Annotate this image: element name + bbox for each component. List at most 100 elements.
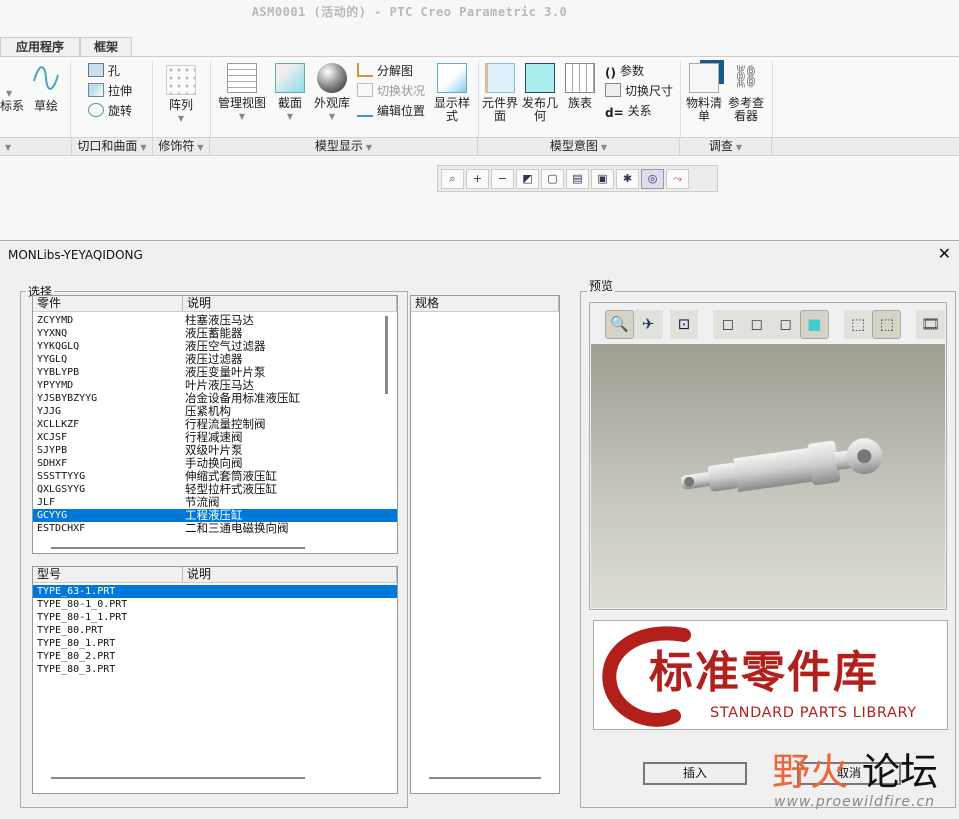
parts-col-desc[interactable]: 说明 bbox=[183, 296, 397, 311]
types-col-desc[interactable]: 说明 bbox=[183, 567, 397, 582]
display-style-icon[interactable]: ▢ bbox=[541, 169, 564, 189]
reference-viewer-button[interactable]: ⛓ 参考查看器 bbox=[724, 63, 768, 123]
display-style-button[interactable]: 显示样式 bbox=[432, 63, 472, 123]
parts-list[interactable]: 零件 说明 ZCYYMD 柱塞液压马达 YYXNQ 液压蓄能器 YYKQGLQ 液压空气过滤… bbox=[32, 295, 398, 554]
part-code: GCYYG bbox=[37, 510, 68, 521]
coord-system-button[interactable]: ▼ 标系 bbox=[0, 87, 24, 113]
spec-horizontal-scrollbar[interactable] bbox=[429, 777, 541, 779]
orthographic-icon[interactable]: ⬚ bbox=[872, 309, 902, 339]
graphics-toolbar: ⌕ + − ◩ ▢ ▤ ▣ ✱ ◎ ⤳ bbox=[437, 165, 718, 192]
part-code: XCLLKZF bbox=[37, 419, 80, 430]
family-table-button[interactable]: 族表 bbox=[562, 63, 598, 110]
sphere-icon bbox=[317, 63, 347, 93]
repaint-icon[interactable]: ◩ bbox=[516, 169, 539, 189]
type-row[interactable]: TYPE_80_1.PRT bbox=[33, 637, 397, 650]
type-row[interactable]: TYPE_80.PRT bbox=[33, 624, 397, 637]
pan-icon[interactable]: ✈ bbox=[633, 309, 663, 339]
zoom-out-icon[interactable]: − bbox=[491, 169, 514, 189]
section-button[interactable]: 截面 ▼ bbox=[272, 63, 308, 123]
group-model-intent[interactable]: 模型意图 ▼ bbox=[478, 138, 680, 156]
type-row[interactable]: TYPE_80_2.PRT bbox=[33, 650, 397, 663]
group-cuts-surfaces[interactable]: 切口和曲面 ▼ bbox=[72, 138, 153, 156]
sketch-button[interactable]: 草绘 bbox=[28, 63, 64, 113]
hidden-line-icon[interactable]: ◻ bbox=[742, 309, 772, 339]
part-code: SDHXF bbox=[37, 458, 68, 469]
parts-vertical-scrollbar[interactable] bbox=[385, 316, 388, 394]
bom-icon bbox=[689, 63, 719, 93]
table-icon bbox=[565, 63, 595, 93]
toggle-state-button[interactable]: 切换状况 bbox=[357, 81, 425, 101]
group-investigate[interactable]: 调查 ▼ bbox=[680, 138, 772, 156]
group-modifiers[interactable]: 修饰符 ▼ bbox=[153, 138, 210, 156]
part-row[interactable]: ESTDCHXF 二和三通电磁换向阀 bbox=[33, 522, 397, 535]
relations-button[interactable]: d= 关系 bbox=[605, 101, 673, 121]
hole-button[interactable]: 孔 bbox=[88, 61, 132, 81]
wireframe-icon[interactable]: ◻ bbox=[713, 309, 743, 339]
type-name: TYPE_80_1.PRT bbox=[37, 638, 116, 649]
preview-viewport[interactable] bbox=[591, 344, 945, 608]
part-code: ESTDCHXF bbox=[37, 523, 86, 534]
hole-icon bbox=[88, 63, 104, 77]
tab-framework[interactable]: 框架 bbox=[80, 37, 132, 56]
type-name: TYPE_80-1_0.PRT bbox=[37, 599, 128, 610]
part-code: YYGLQ bbox=[37, 354, 68, 365]
close-icon[interactable]: ✕ bbox=[938, 244, 951, 263]
spec-list[interactable]: 规格 bbox=[410, 295, 560, 794]
type-row[interactable]: TYPE_80-1_0.PRT bbox=[33, 598, 397, 611]
type-name: TYPE_63-1.PRT bbox=[37, 586, 116, 597]
extrude-button[interactable]: 拉伸 bbox=[88, 81, 132, 101]
preview-toolbar: 🔍 ✈ ⊡ ◻ ◻ ◻ ■ ⬚ ⬚ 🎞 bbox=[591, 304, 945, 344]
revolve-icon bbox=[88, 103, 104, 117]
part-desc: 二和三通电磁换向阀 bbox=[185, 521, 289, 535]
switch-dimensions-button[interactable]: 切换尺寸 bbox=[605, 81, 673, 101]
parts-col-part[interactable]: 零件 bbox=[33, 296, 183, 311]
types-col-model[interactable]: 型号 bbox=[33, 567, 183, 582]
publish-geometry-icon bbox=[525, 63, 555, 93]
parts-horizontal-scrollbar[interactable] bbox=[51, 547, 305, 549]
annotation-display-icon[interactable]: ◎ bbox=[641, 169, 664, 189]
group-datum[interactable]: ▼ bbox=[0, 138, 72, 156]
spin-zoom-icon[interactable]: 🔍 bbox=[605, 309, 634, 339]
pattern-button[interactable]: 阵列 ▼ bbox=[160, 65, 202, 125]
view-manager-icon[interactable]: ▣ bbox=[591, 169, 614, 189]
component-interface-icon bbox=[485, 63, 515, 93]
parameters-button[interactable]: () 参数 bbox=[605, 61, 673, 81]
insert-button[interactable]: 插入 bbox=[643, 762, 747, 785]
part-code: JLF bbox=[37, 497, 56, 508]
types-list[interactable]: 型号 说明 TYPE_63-1.PRT TYPE_80-1_0.PRT TYPE_80… bbox=[32, 566, 398, 794]
manage-views-button[interactable]: 管理视图 ▼ bbox=[214, 63, 270, 123]
edit-position-icon bbox=[357, 103, 373, 117]
spin-center-icon[interactable]: ⤳ bbox=[666, 169, 689, 189]
zoom-window-icon[interactable]: ⊡ bbox=[669, 309, 699, 339]
component-interface-button[interactable]: 元件界面 bbox=[482, 63, 518, 123]
edit-position-button[interactable]: 编辑位置 bbox=[357, 101, 425, 121]
no-hidden-icon[interactable]: ◻ bbox=[771, 309, 800, 339]
group-model-display[interactable]: 模型显示 ▼ bbox=[210, 138, 478, 156]
watermark-forum: 论坛 bbox=[862, 750, 939, 794]
appearance-gallery-button[interactable]: 外观库 ▼ bbox=[310, 63, 354, 123]
section-icon bbox=[275, 63, 305, 93]
datum-display-icon[interactable]: ✱ bbox=[616, 169, 639, 189]
animation-icon[interactable]: 🎞 bbox=[916, 309, 945, 339]
window-title: ASM0001 (活动的) - PTC Creo Parametric 3.0 bbox=[251, 5, 568, 19]
types-horizontal-scrollbar[interactable] bbox=[51, 777, 305, 779]
bom-button[interactable]: 物料清单 bbox=[686, 63, 722, 123]
refit-icon[interactable]: ⌕ bbox=[441, 169, 464, 189]
dialog-title: MONLibs-YEYAQIDONG bbox=[8, 248, 143, 262]
zoom-in-icon[interactable]: + bbox=[466, 169, 489, 189]
publish-geometry-button[interactable]: 发布几何 bbox=[522, 63, 558, 123]
explode-view-button[interactable]: 分解图 bbox=[357, 61, 425, 81]
shaded-icon[interactable]: ■ bbox=[799, 309, 829, 339]
part-code: QXLGSYYG bbox=[37, 484, 86, 495]
revolve-button[interactable]: 旋转 bbox=[88, 101, 132, 121]
spec-col[interactable]: 规格 bbox=[411, 296, 559, 311]
perspective-icon[interactable]: ⬚ bbox=[843, 309, 873, 339]
type-row[interactable]: TYPE_80_3.PRT bbox=[33, 663, 397, 676]
saved-views-icon[interactable]: ▤ bbox=[566, 169, 589, 189]
pattern-icon bbox=[166, 65, 196, 95]
type-row[interactable]: TYPE_63-1.PRT bbox=[33, 585, 397, 598]
type-name: TYPE_80_3.PRT bbox=[37, 664, 116, 675]
type-name: TYPE_80.PRT bbox=[37, 625, 104, 636]
type-row[interactable]: TYPE_80-1_1.PRT bbox=[33, 611, 397, 624]
tab-applications[interactable]: 应用程序 bbox=[0, 37, 80, 56]
